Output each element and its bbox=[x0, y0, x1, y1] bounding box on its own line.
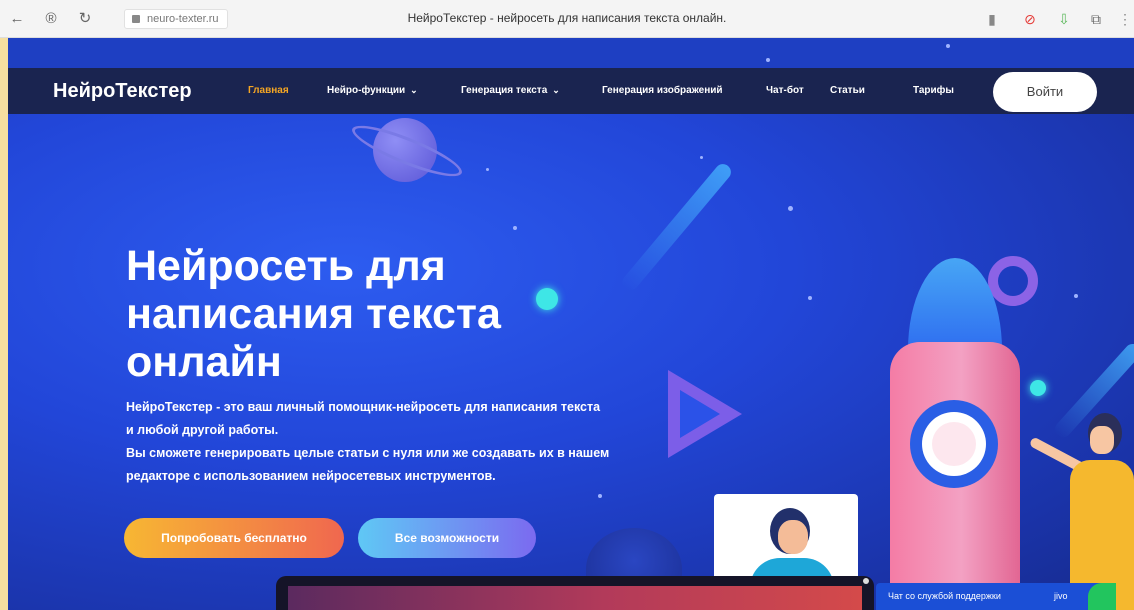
comet bbox=[1030, 380, 1046, 396]
nav-item-home[interactable]: Главная bbox=[248, 85, 289, 96]
nav-item-pricing[interactable]: Тарифы bbox=[913, 85, 954, 96]
top-band bbox=[8, 38, 1134, 68]
chat-brand: jivo bbox=[1054, 591, 1068, 601]
woman-face bbox=[1090, 426, 1114, 454]
star bbox=[598, 494, 602, 498]
star bbox=[486, 168, 489, 171]
bookmark-icon[interactable]: ▮ bbox=[982, 9, 1002, 29]
nav-item-label: Статьи bbox=[830, 85, 865, 96]
nav-item-label: Генерация изображений bbox=[602, 85, 723, 96]
nav-item-image-generation[interactable]: Генерация изображений bbox=[602, 85, 723, 96]
chat-status-icon[interactable] bbox=[1088, 583, 1116, 610]
nav-item-neuro-functions[interactable]: Нейро-функции ⌄ bbox=[327, 85, 418, 96]
all-features-button[interactable]: Все возможности bbox=[358, 518, 536, 558]
hero-text-line: Вы сможете генерировать целые статьи с н… bbox=[126, 446, 610, 460]
triangle-inner bbox=[680, 390, 720, 438]
star bbox=[1074, 294, 1078, 298]
nav-item-chatbot[interactable]: Чат-бот bbox=[766, 85, 804, 96]
star bbox=[766, 58, 770, 62]
hero-title-line: онлайн bbox=[126, 338, 282, 386]
star bbox=[788, 206, 793, 211]
nav-item-label: Нейро-функции bbox=[327, 85, 406, 96]
ring-shape bbox=[988, 256, 1038, 306]
website-hero: НейроТекстер Главная Нейро-функции ⌄ Гене… bbox=[8, 38, 1134, 610]
nav-item-text-generation[interactable]: Генерация текста ⌄ bbox=[461, 85, 560, 96]
download-extension-icon[interactable]: ⇩ bbox=[1054, 9, 1074, 29]
person-face bbox=[778, 520, 808, 554]
chevron-down-icon: ⌄ bbox=[552, 85, 560, 95]
browser-tab-title: НейроТекстер - нейросеть для написания т… bbox=[407, 11, 727, 25]
site-navbar: НейроТекстер Главная Нейро-функции ⌄ Гене… bbox=[8, 68, 1134, 114]
menu-icon[interactable]: ⋮ bbox=[1118, 9, 1132, 29]
extensions-icon[interactable]: ⧉ bbox=[1086, 9, 1106, 29]
login-button[interactable]: Войти bbox=[993, 72, 1097, 112]
hero-title-line: написания текста bbox=[126, 290, 501, 338]
star bbox=[700, 156, 703, 159]
hero-text-line: и любой другой работы. bbox=[126, 423, 279, 437]
nav-item-label: Генерация текста bbox=[461, 85, 548, 96]
laptop-camera bbox=[863, 578, 869, 584]
rocket-window-glass bbox=[932, 422, 976, 466]
hero-text-line: НейроТекстер - это ваш личный помощник-н… bbox=[126, 400, 601, 414]
rocket-nose bbox=[908, 258, 1002, 350]
site-logo[interactable]: НейроТекстер bbox=[53, 80, 192, 103]
comet-streak bbox=[619, 160, 735, 294]
star bbox=[808, 296, 812, 300]
nav-item-label: Тарифы bbox=[913, 85, 954, 96]
laptop-screen bbox=[288, 586, 862, 610]
star bbox=[513, 226, 517, 230]
star bbox=[946, 44, 950, 48]
support-chat-widget[interactable]: Чат со службой поддержки jivo bbox=[876, 583, 1106, 610]
chevron-down-icon: ⌄ bbox=[410, 85, 418, 95]
hero-title-line: Нейросеть для bbox=[126, 242, 446, 290]
nav-item-articles[interactable]: Статьи bbox=[830, 85, 865, 96]
window-frame bbox=[0, 38, 8, 610]
adblock-icon[interactable]: ⊘ bbox=[1020, 9, 1040, 29]
nav-item-label: Главная bbox=[248, 85, 289, 96]
hero-title: Нейросеть для написания текста онлайн bbox=[126, 242, 586, 386]
hero-text-line: редакторе с использованием нейросетевых … bbox=[126, 469, 496, 483]
nav-item-label: Чат-бот bbox=[766, 85, 804, 96]
try-free-button[interactable]: Попробовать бесплатно bbox=[124, 518, 344, 558]
browser-toolbar: ← ® ↻ neuro-texter.ru НейроТекстер - ней… bbox=[0, 0, 1134, 38]
hero-description: НейроТекстер - это ваш личный помощник-н… bbox=[126, 396, 666, 488]
chat-label: Чат со службой поддержки bbox=[888, 591, 1001, 601]
